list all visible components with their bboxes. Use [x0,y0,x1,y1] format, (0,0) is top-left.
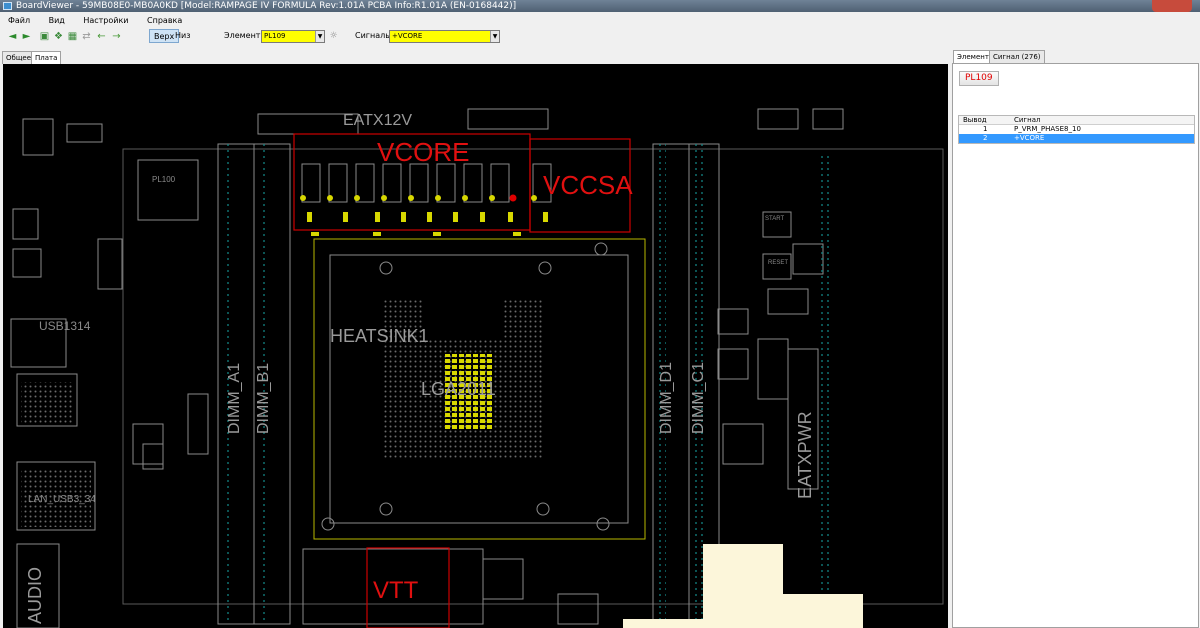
label-usb: USB1314 [39,319,91,333]
board-drawing: EATX12V VCORE VCCSA HEATSINK1 LGA2011 VT… [10,108,944,628]
label-heatsink: HEATSINK1 [330,326,429,346]
element-name-button[interactable]: PL109 [959,71,999,86]
tab-signal[interactable]: Сигнал (276) [989,50,1045,63]
label-dimm-b1: DIMM_B1 [255,363,272,434]
menu-help[interactable]: Справка [139,14,189,25]
pin-signal: +VCORE [1014,134,1045,142]
arrow-left-icon[interactable]: ← [96,31,107,42]
label-start: START [765,216,784,222]
pin-number: 2 [983,134,988,142]
arrow-right-icon[interactable]: → [111,31,122,42]
label-eatx12v: EATX12V [343,112,412,129]
signals-combo-value: +VCORE [392,32,423,40]
label-vtt: VTT [373,577,419,604]
tab-board[interactable]: Плата [31,51,62,65]
forward-icon[interactable]: ► [21,31,32,42]
table-row[interactable]: 1 P_VRM_PHASE8_10 [959,125,1194,134]
label-vccsa: VCCSA [543,170,633,200]
menu-file[interactable]: Файл [0,14,37,25]
pins-table: Вывод Сигнал 1 P_VRM_PHASE8_10 2 +VCORE [958,115,1195,144]
signals-combo[interactable]: +VCORE ▼ [389,30,500,43]
label-lan: LAN_USB3_34 [28,494,96,505]
board-canvas[interactable]: EATX12V VCORE VCCSA HEATSINK1 LGA2011 VT… [3,64,948,628]
label-dimm-a1: DIMM_A1 [226,363,243,434]
label-vcore: VCORE [377,137,469,167]
table-row[interactable]: 2 +VCORE [959,134,1194,143]
properties-panel: Элемент Сигнал (276) PL109 Вывод Сигнал … [951,50,1200,628]
pin-number: 1 [983,125,988,133]
back-icon[interactable]: ◄ [7,31,18,42]
menu-bar: Файл Вид Настройки Справка [0,13,1200,28]
layers-icon[interactable]: ❖ [53,31,64,42]
flip-icon[interactable]: ⇄ [81,31,92,42]
menu-view[interactable]: Вид [41,14,72,25]
pin-signal: P_VRM_PHASE8_10 [1014,125,1081,133]
title-bar: BoardViewer - 59MB08E0-MB0A0KD [Model:RA… [0,0,1200,12]
label-pl100: PL100 [152,175,176,184]
chevron-down-icon[interactable]: ▼ [315,31,324,42]
toolbar: ◄ ► ▣ ❖ ▦ ⇄ ← → Верх Низ Элементы: PL109… [0,28,1200,46]
elements-combo[interactable]: PL109 ▼ [261,30,325,43]
elements-combo-value: PL109 [264,32,286,40]
label-lga: LGA2011 [421,379,496,399]
menu-settings[interactable]: Настройки [75,14,135,25]
window-title: BoardViewer - 59MB08E0-MB0A0KD [Model:RA… [16,1,517,11]
lamp-icon[interactable]: ☼ [328,31,339,42]
element-panel-body: PL109 Вывод Сигнал 1 P_VRM_PHASE8_10 2 +… [952,63,1199,628]
side-bottom-button[interactable]: Низ [171,29,194,43]
grid-icon[interactable]: ▦ [67,31,78,42]
chevron-down-icon[interactable]: ▼ [490,31,499,42]
column-header-signal[interactable]: Сигнал [1014,116,1040,125]
table-header: Вывод Сигнал [959,116,1194,125]
app-icon [3,2,12,10]
label-dimm-d1: DIMM_D1 [658,362,675,434]
column-header-pin[interactable]: Вывод [963,116,987,125]
label-audio: AUDIO [25,567,45,624]
label-dimm-c1: DIMM_C1 [690,362,707,434]
label-eatxpwr: EATXPWR [795,411,815,499]
label-reset: RESET [768,260,788,266]
close-window-button[interactable] [1152,0,1192,12]
zoom-fit-icon[interactable]: ▣ [39,31,50,42]
tab-element[interactable]: Элемент [953,50,993,64]
